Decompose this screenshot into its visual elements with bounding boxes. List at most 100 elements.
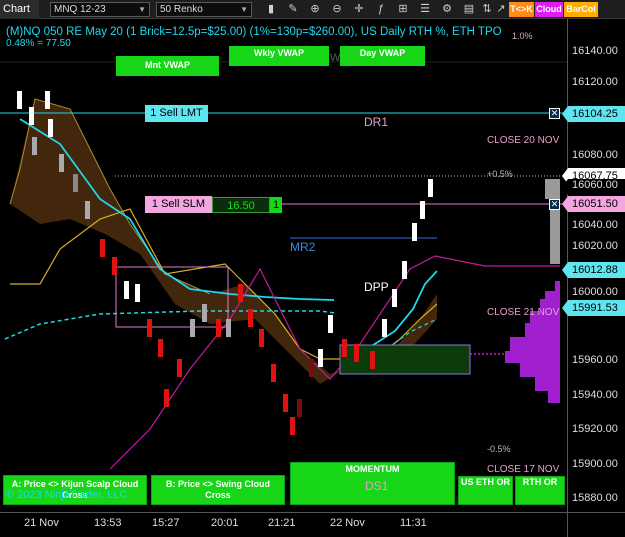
- volume-profile: [505, 179, 560, 403]
- renko-brick: [309, 359, 314, 377]
- price-axis[interactable]: 16140.00 16120.00 16080.00 16040.00 1602…: [562, 19, 625, 512]
- wkly-vwap-label: Wkly VWAP: [229, 46, 329, 66]
- tck-toggle-button[interactable]: T<>K: [509, 2, 534, 17]
- kijun-line-right: [347, 270, 438, 350]
- close-17-nov-label: CLOSE 17 NOV: [487, 464, 560, 475]
- renko-brick: [45, 91, 50, 109]
- renko-brick: [248, 309, 253, 327]
- renko-brick: [392, 289, 397, 307]
- renko-brick: [412, 223, 417, 241]
- renko-brick: [342, 339, 347, 357]
- price-tick: 16060.00: [562, 179, 625, 195]
- time-axis[interactable]: 21 Nov 13:53 15:27 20:01 21:21 22 Nov 11…: [0, 512, 567, 537]
- renko-brick: [32, 137, 37, 155]
- bar-style-icon[interactable]: ▮: [264, 2, 278, 16]
- slm-qty-badge[interactable]: 1: [270, 197, 282, 213]
- renko-brick: [271, 364, 276, 382]
- renko-brick: [202, 304, 207, 322]
- templates-icon[interactable]: ⚙: [440, 2, 454, 16]
- renko-brick: [29, 107, 34, 125]
- renko-brick: [354, 344, 359, 362]
- renko-brick: [226, 319, 231, 337]
- top-pct-label: 1.0%: [512, 31, 533, 41]
- renko-brick: [420, 201, 425, 219]
- renko-brick: [328, 315, 333, 333]
- price-tick: 16120.00: [572, 76, 618, 88]
- barcol-toggle-button[interactable]: BarCol: [564, 2, 598, 17]
- renko-brick: [59, 154, 64, 172]
- data-box-icon[interactable]: ▤: [462, 2, 476, 16]
- vwap-price-tag: 15991.53: [562, 300, 625, 316]
- renko-brick: [177, 359, 182, 377]
- window-title: Chart: [0, 0, 39, 19]
- crosshair-icon[interactable]: ✛: [352, 2, 366, 16]
- chart-trader-icon[interactable]: ⇅: [480, 2, 494, 16]
- strategies-icon[interactable]: ⊞: [396, 2, 410, 16]
- renko-brick: [85, 201, 90, 219]
- share-icon[interactable]: ↗: [494, 2, 508, 16]
- renko-brick: [297, 399, 302, 417]
- sell-lmt-order-label[interactable]: 1 Sell LMT: [145, 105, 208, 122]
- mr2-label: MR2: [290, 240, 316, 254]
- instrument-value: MNQ 12-23: [54, 4, 106, 15]
- renko-brick: [402, 261, 407, 279]
- price-tick: 15960.00: [572, 354, 618, 366]
- chevron-down-icon: ▼: [240, 5, 248, 14]
- sell-slm-price-tag: 16051.50: [562, 196, 625, 212]
- renko-brick: [158, 339, 163, 357]
- renko-brick: [124, 281, 129, 299]
- time-tick: 22 Nov: [330, 517, 365, 529]
- renko-brick: [238, 284, 243, 302]
- renko-brick: [283, 394, 288, 412]
- us-eth-or-button[interactable]: US ETH OR: [458, 476, 513, 505]
- drawing-tools-icon[interactable]: ✎: [286, 2, 300, 16]
- price-tick: 16000.00: [572, 286, 618, 298]
- renko-brick: [370, 351, 375, 369]
- plus-05-label: +0.5%: [487, 169, 513, 179]
- instrument-select[interactable]: MNQ 12-23 ▼: [50, 2, 150, 17]
- sell-lmt-price-tag: 16104.25: [562, 106, 625, 122]
- zoom-in-icon[interactable]: ⊕: [308, 2, 322, 16]
- renko-brick: [382, 319, 387, 337]
- close-21-nov-label: CLOSE 21 NOV: [487, 307, 560, 318]
- chevron-down-icon: ▼: [138, 5, 146, 14]
- renko-brick: [17, 91, 22, 109]
- renko-brick: [135, 284, 140, 302]
- copyright-text: © 2023 NinjaTrader, LLC: [6, 489, 128, 501]
- price-tick: 15880.00: [572, 492, 618, 504]
- rth-or-button[interactable]: RTH OR: [515, 476, 565, 505]
- day-vwap-label: Day VWAP: [340, 46, 425, 66]
- slm-value-field[interactable]: 16.50: [212, 197, 270, 213]
- time-tick: 21 Nov: [24, 517, 59, 529]
- indicators-icon[interactable]: ƒ: [374, 2, 388, 16]
- price-tick: 16020.00: [572, 240, 618, 252]
- price-tick: 16080.00: [572, 149, 618, 161]
- opening-range-box: [339, 344, 471, 375]
- renko-brick: [73, 174, 78, 192]
- dpp-label: DPP: [364, 280, 389, 294]
- swing-cloud: [10, 99, 437, 384]
- chart-header-line1: (M)NQ 050 RE May 20 (1 Brick=12.5p=$25.0…: [6, 26, 502, 38]
- b-swing-cloud-cross-button[interactable]: B: Price <> Swing Cloud Cross: [151, 475, 285, 505]
- renko-brick: [112, 257, 117, 275]
- mnt-vwap-label: Mnt VWAP: [116, 56, 219, 76]
- time-tick: 11:31: [400, 517, 427, 529]
- chart-plot-area[interactable]: (M)NQ 050 RE May 20 (1 Brick=12.5p=$25.0…: [0, 19, 567, 512]
- cancel-lmt-order-icon[interactable]: ✕: [549, 108, 560, 119]
- sell-slm-order-label[interactable]: 1 Sell SLM: [145, 196, 212, 213]
- cancel-slm-order-icon[interactable]: ✕: [549, 199, 560, 210]
- cloud-toggle-button[interactable]: Cloud: [535, 2, 563, 17]
- time-tick: 21:21: [268, 517, 296, 529]
- properties-icon[interactable]: ☰: [418, 2, 432, 16]
- dr1-label: DR1: [364, 115, 389, 129]
- axis-corner: [567, 512, 625, 537]
- zoom-out-icon[interactable]: ⊖: [330, 2, 344, 16]
- price-tick: 15920.00: [572, 423, 618, 435]
- bar-type-select[interactable]: 50 Renko ▼: [156, 2, 252, 17]
- bar-type-value: 50 Renko: [160, 4, 203, 15]
- renko-brick: [164, 389, 169, 407]
- price-tick: 15900.00: [572, 458, 618, 470]
- renko-brick: [48, 119, 53, 137]
- close-20-nov-label: CLOSE 20 NOV: [487, 135, 560, 146]
- renko-brick: [318, 349, 323, 367]
